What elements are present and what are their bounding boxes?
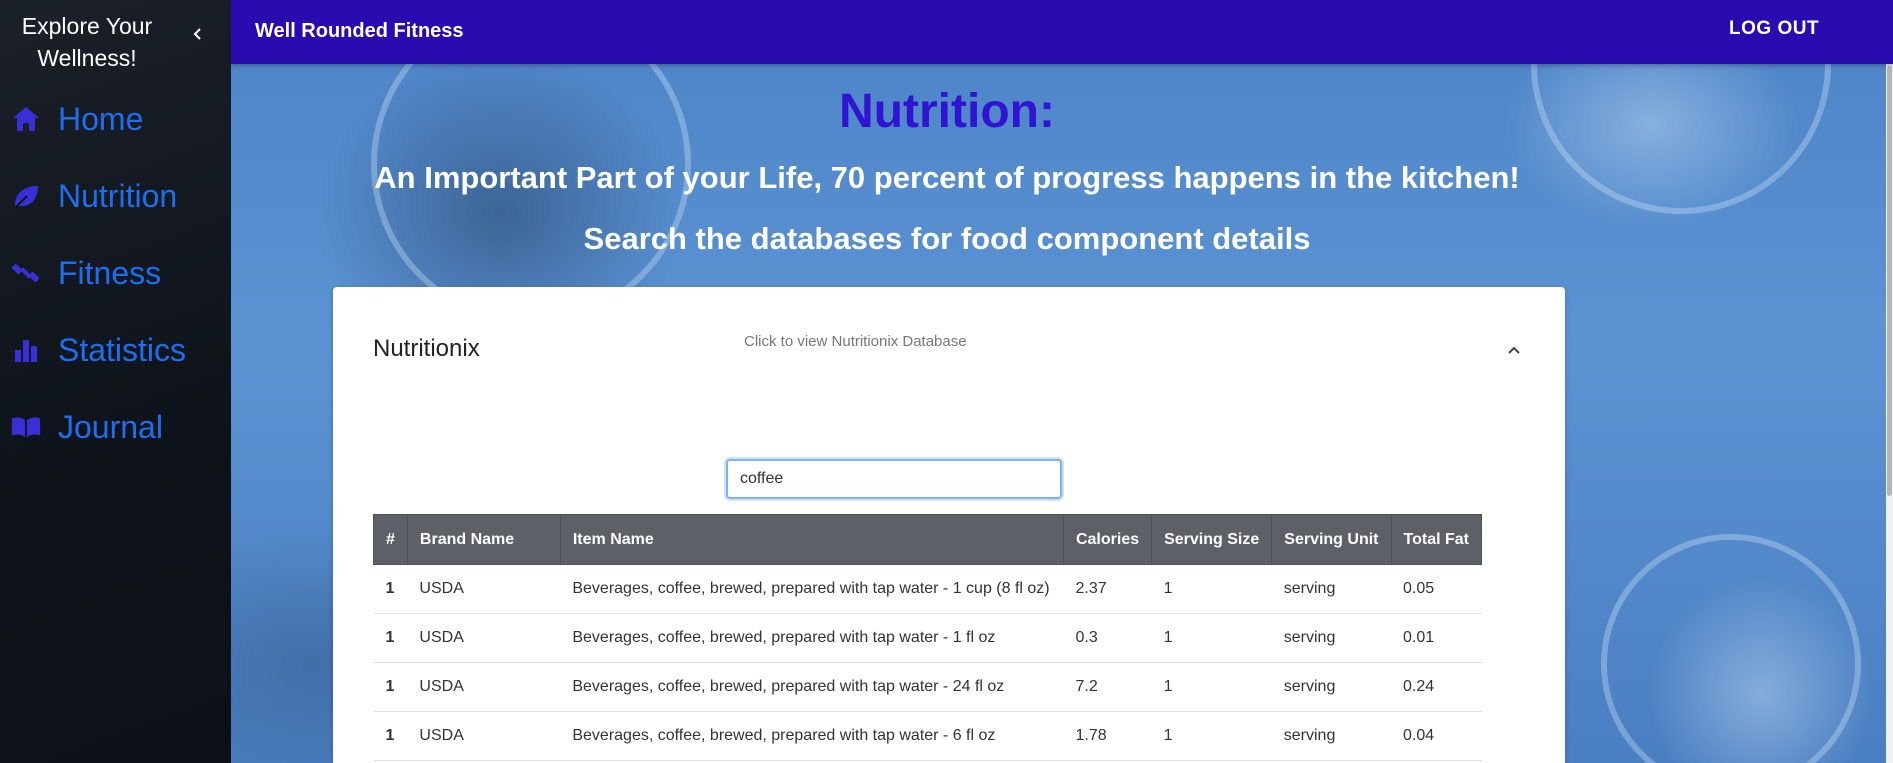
serving-unit-cell: serving xyxy=(1271,711,1392,761)
serving-unit-cell: serving xyxy=(1271,662,1392,712)
panel-title: Nutritionix xyxy=(373,335,480,362)
calories-cell: 0.3 xyxy=(1063,613,1152,663)
calories-cell: 2.37 xyxy=(1063,564,1152,614)
sidebar-item-statistics[interactable]: Statistics xyxy=(0,320,231,380)
serving-size-cell: 1 xyxy=(1151,662,1272,712)
item-name-cell: Beverages, coffee, brewed, prepared with… xyxy=(560,613,1064,663)
column-header[interactable]: Total Fat xyxy=(1390,514,1483,565)
panel-subtitle: Click to view Nutritionix Database xyxy=(744,333,967,350)
sidebar-item-fitness[interactable]: Fitness xyxy=(0,243,231,303)
book-icon xyxy=(10,411,42,443)
serving-unit-cell: serving xyxy=(1271,564,1392,614)
table-row[interactable]: 1 USDA Beverages, coffee, brewed, prepar… xyxy=(373,662,1482,712)
sidebar: Explore Your Wellness! Home Nutrition Fi… xyxy=(0,0,231,763)
column-header[interactable]: Item Name xyxy=(559,514,1064,565)
collapse-panel-button[interactable] xyxy=(1503,339,1525,361)
sidebar-item-label: Fitness xyxy=(58,254,162,291)
column-header[interactable]: Serving Size xyxy=(1151,514,1273,565)
nutritionix-panel: Nutritionix Click to view Nutritionix Da… xyxy=(333,287,1565,763)
total-fat-cell: 0.04 xyxy=(1391,711,1482,761)
table-header-row: # Brand Name Item Name Calories Serving … xyxy=(373,514,1483,565)
sidebar-item-label: Nutrition xyxy=(58,177,178,214)
column-header[interactable]: Serving Unit xyxy=(1271,514,1392,565)
background-decoration xyxy=(1601,534,1861,763)
scrollbar-thumb[interactable] xyxy=(1887,66,1892,496)
row-number: 1 xyxy=(373,711,408,761)
dumbbell-icon xyxy=(10,257,42,289)
sidebar-item-label: Statistics xyxy=(58,331,187,368)
brand-name-cell: USDA xyxy=(407,711,561,761)
serving-size-cell: 1 xyxy=(1151,613,1272,663)
bar-chart-icon xyxy=(10,334,42,366)
total-fat-cell: 0.01 xyxy=(1391,613,1482,663)
item-name-cell: Beverages, coffee, brewed, prepared with… xyxy=(560,711,1064,761)
item-name-cell: Beverages, coffee, brewed, prepared with… xyxy=(560,564,1064,614)
serving-size-cell: 1 xyxy=(1151,711,1272,761)
column-header[interactable]: Brand Name xyxy=(406,514,561,565)
table-row[interactable]: 1 USDA Beverages, coffee, brewed, prepar… xyxy=(373,613,1482,663)
page-subtitle: An Important Part of your Life, 70 perce… xyxy=(374,160,1520,195)
sidebar-header: Explore Your Wellness! xyxy=(0,0,231,80)
top-app-bar: Well Rounded Fitness LOG OUT xyxy=(231,0,1893,64)
leaf-icon xyxy=(10,180,42,212)
page-instructions: Search the databases for food component … xyxy=(583,221,1311,256)
total-fat-cell: 0.05 xyxy=(1391,564,1482,614)
sidebar-item-journal[interactable]: Journal xyxy=(0,397,231,457)
row-number: 1 xyxy=(373,613,408,663)
brand-name-cell: USDA xyxy=(407,662,561,712)
app-title: Well Rounded Fitness xyxy=(255,20,464,42)
table-row[interactable]: 1 USDA Beverages, coffee, brewed, prepar… xyxy=(373,564,1482,614)
sidebar-item-nutrition[interactable]: Nutrition xyxy=(0,166,231,226)
nutritionix-panel-header[interactable]: Nutritionix Click to view Nutritionix Da… xyxy=(333,287,1565,411)
chevron-left-icon xyxy=(193,28,201,40)
page-title: Nutrition: xyxy=(839,85,1055,138)
serving-unit-cell: serving xyxy=(1271,613,1392,663)
sidebar-title: Explore Your Wellness! xyxy=(21,13,153,71)
chevron-up-icon xyxy=(1508,346,1520,354)
sidebar-item-label: Journal xyxy=(58,408,163,445)
sidebar-item-home[interactable]: Home xyxy=(0,89,231,149)
calories-cell: 7.2 xyxy=(1063,662,1152,712)
calories-cell: 1.78 xyxy=(1063,711,1152,761)
column-header[interactable]: # xyxy=(373,514,408,565)
item-name-cell: Beverages, coffee, brewed, prepared with… xyxy=(560,662,1064,712)
home-icon xyxy=(10,103,42,135)
results-table: # Brand Name Item Name Calories Serving … xyxy=(373,514,1483,761)
table-row[interactable]: 1 USDA Beverages, coffee, brewed, prepar… xyxy=(373,711,1482,761)
column-header[interactable]: Calories xyxy=(1062,514,1153,565)
brand-name-cell: USDA xyxy=(407,613,561,663)
sidebar-item-label: Home xyxy=(58,100,144,137)
total-fat-cell: 0.24 xyxy=(1391,662,1482,712)
search-input[interactable] xyxy=(726,459,1062,499)
row-number: 1 xyxy=(373,662,408,712)
logout-button[interactable]: LOG OUT xyxy=(1729,18,1819,46)
brand-name-cell: USDA xyxy=(407,564,561,614)
row-number: 1 xyxy=(373,564,408,614)
serving-size-cell: 1 xyxy=(1151,564,1272,614)
collapse-sidebar-button[interactable] xyxy=(186,22,210,46)
